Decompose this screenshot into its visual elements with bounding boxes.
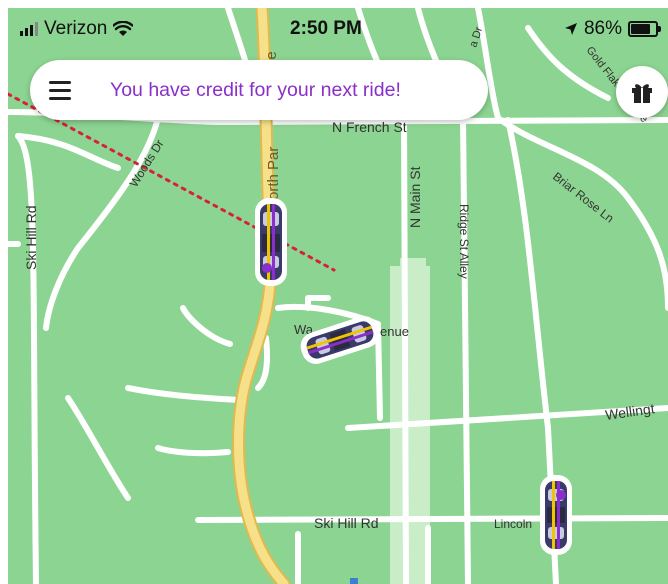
label-ridge-st-alley: Ridge St Alley <box>457 204 471 279</box>
label-north-park: orth Par <box>265 147 282 200</box>
label-n-main-st: N Main St <box>407 166 423 228</box>
label-enue-partial: enue <box>380 324 409 339</box>
hamburger-icon <box>49 88 71 92</box>
menu-button[interactable] <box>38 68 82 112</box>
carrier-group: Verizon <box>20 18 134 40</box>
gift-button[interactable] <box>616 66 668 118</box>
car-marker[interactable] <box>540 475 572 555</box>
gift-icon <box>632 84 652 103</box>
status-right-group: 86% <box>564 18 661 40</box>
transit-marker-icon <box>350 578 358 584</box>
carrier-name: Verizon <box>44 18 108 39</box>
status-bar: Verizon 2:50 PM 86% <box>8 8 668 48</box>
banner-text: You have credit for your next ride! <box>110 78 401 101</box>
hamburger-icon <box>49 80 71 84</box>
location-arrow-icon <box>564 23 577 35</box>
label-lincoln-partial: Lincoln <box>494 517 532 531</box>
battery-icon <box>628 21 661 37</box>
label-n-french-st: N French St <box>332 119 407 135</box>
wifi-icon <box>113 21 134 36</box>
credit-banner[interactable]: You have credit for your next ride! <box>30 60 488 120</box>
hamburger-icon <box>49 96 71 100</box>
car-marker[interactable] <box>255 198 287 286</box>
battery-percent: 86% <box>583 18 622 39</box>
label-ski-hill-rd-vertical: Ski Hill Rd <box>23 205 39 270</box>
app-screen: N French St orth Par ue Woods Dr Ski Hil… <box>8 8 668 584</box>
status-time: 2:50 PM <box>290 18 362 39</box>
signal-bars-icon <box>20 22 38 36</box>
label-ski-hill-rd-horizontal: Ski Hill Rd <box>314 515 379 531</box>
battery-fill <box>631 24 650 34</box>
